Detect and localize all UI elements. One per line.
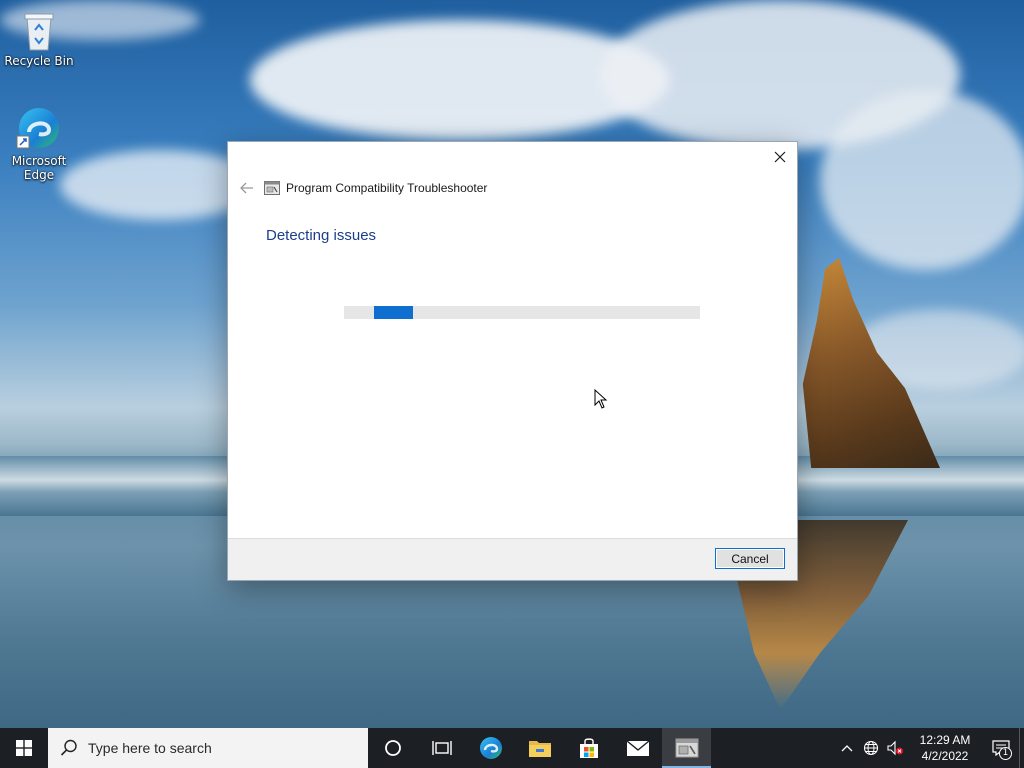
task-view-icon: [431, 741, 452, 755]
taskbar-clock[interactable]: 12:29 AM 4/2/2022: [913, 732, 977, 764]
dialog-title-row: Program Compatibility Troubleshooter: [236, 179, 487, 197]
show-desktop-button[interactable]: [1019, 728, 1024, 768]
notification-count-badge: 1: [999, 747, 1012, 760]
taskbar-task-view-button[interactable]: [417, 728, 466, 768]
tray-overflow-button[interactable]: [835, 728, 859, 768]
taskbar-mail-button[interactable]: [613, 728, 662, 768]
taskbar: Type here to search 12:29 AM 4/2/2022 1: [0, 728, 1024, 768]
windows-logo-icon: [16, 740, 32, 756]
chevron-up-icon: [841, 745, 853, 752]
tray-network-button[interactable]: [859, 728, 883, 768]
edge-icon: [479, 737, 502, 759]
taskbar-troubleshooter-button[interactable]: [662, 728, 711, 768]
back-button[interactable]: [236, 179, 258, 197]
desktop-icon-microsoft-edge[interactable]: Microsoft Edge: [1, 104, 77, 182]
dialog-footer: Cancel: [228, 538, 797, 580]
taskbar-file-explorer-button[interactable]: [515, 728, 564, 768]
progress-bar-chunk: [374, 306, 413, 319]
cloud: [820, 90, 1024, 270]
desktop-icon-label: Microsoft Edge: [11, 154, 67, 182]
folder-icon: [528, 741, 551, 757]
clock-date: 4/2/2022: [921, 749, 969, 763]
taskbar-search-box[interactable]: Type here to search: [48, 728, 368, 768]
progress-bar-indeterminate: [344, 306, 700, 319]
troubleshooter-dialog: Program Compatibility Troubleshooter Det…: [227, 141, 798, 581]
action-center-button[interactable]: 1: [983, 728, 1019, 768]
cancel-button[interactable]: Cancel: [715, 548, 785, 569]
back-arrow-icon: [240, 182, 253, 194]
search-placeholder: Type here to search: [88, 740, 212, 756]
taskbar-edge-button[interactable]: [466, 728, 515, 768]
system-tray: 12:29 AM 4/2/2022 1: [835, 728, 1024, 768]
mail-icon: [626, 740, 649, 756]
page-heading: Detecting issues: [266, 227, 377, 244]
desktop-icon-recycle-bin[interactable]: Recycle Bin: [1, 8, 77, 68]
taskbar-cortana-button[interactable]: [368, 728, 417, 768]
volume-muted-icon: [887, 740, 903, 756]
tray-volume-button[interactable]: [883, 728, 907, 768]
troubleshooter-icon: [264, 181, 280, 195]
close-icon: [774, 151, 786, 163]
taskbar-store-button[interactable]: [564, 728, 613, 768]
network-globe-icon: [863, 740, 879, 756]
dialog-title: Program Compatibility Troubleshooter: [286, 181, 488, 195]
start-button[interactable]: [0, 728, 48, 768]
close-button[interactable]: [765, 144, 795, 170]
store-icon: [579, 738, 598, 758]
mouse-pointer-icon: [594, 389, 608, 409]
edge-icon: [16, 108, 59, 149]
troubleshooter-icon: [675, 738, 698, 758]
search-icon: [60, 739, 77, 756]
recycle-bin-icon: [24, 13, 54, 51]
cortana-circle-icon: [384, 740, 401, 756]
desktop-icon-label: Recycle Bin: [4, 54, 74, 68]
clock-time: 12:29 AM: [919, 733, 971, 747]
